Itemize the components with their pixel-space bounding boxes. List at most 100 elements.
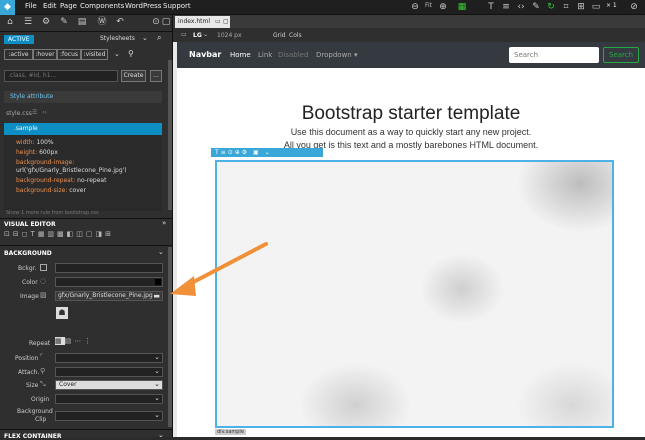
color-label: Color [22,279,38,286]
menu-edit[interactable]: Edit [43,2,57,10]
menu-page[interactable]: Page [60,2,77,10]
nav-link-disabled: Disabled [278,51,309,59]
window-icon[interactable]: ▭ [215,16,221,28]
element-toolbar[interactable]: T≡⊙⊕⚙ ▣ ⌄ [211,148,323,157]
tab-index-html[interactable]: index.html ▭ ▢ [175,16,230,28]
divider [0,429,173,430]
selector-input[interactable]: .class, #id, h1... [4,70,118,82]
tree-icon[interactable]: ☰ [22,16,34,28]
create-button[interactable]: Create [121,70,146,82]
palette-icon[interactable]: ◌ [40,277,46,285]
stack-icon[interactable]: ▤ [76,16,88,28]
text-icon[interactable]: T [485,1,497,13]
size-value: Cover [59,381,77,388]
tab-active[interactable]: ACTIVE [4,35,34,44]
sliders-icon[interactable]: ☰ [32,109,37,116]
visual-editor-toolbar[interactable]: ⊡⊟◻T▦▥▩◧◫▢◨⊞ [4,230,154,240]
chevron-down-icon[interactable]: ⌄ [203,31,208,38]
style-attribute-row[interactable]: Style attribute [4,91,162,103]
menu-support[interactable]: Support [163,2,191,10]
zoom-in-icon[interactable]: ⊕ [437,1,449,13]
more-button[interactable]: ... [150,70,162,82]
hide-icon[interactable]: ⊘ [628,1,640,13]
code-icon[interactable]: ‹› [515,1,527,13]
sliders-icon[interactable]: ≡ [500,1,512,13]
size-label: Size [26,382,39,389]
code-icon[interactable]: ‹› [42,109,47,116]
undo-icon[interactable]: ↶ [114,16,126,28]
menu-file[interactable]: File [25,2,37,10]
zoom-fit-label[interactable]: Fit [425,2,432,9]
search-input[interactable]: Search [509,47,599,63]
origin-label: Origin [31,396,50,403]
close-icon[interactable]: ▢ [223,16,229,28]
background-clip-select[interactable]: ⌄ [55,411,163,421]
bgclip-label: Background [17,408,53,415]
background-shorthand-input[interactable] [55,263,163,273]
pseudo-visited-button[interactable]: :visited [81,49,108,60]
background-color-input[interactable] [55,277,163,287]
pseudo-focus-button[interactable]: :focus [57,49,81,60]
device-select[interactable]: LG [193,32,202,39]
nav-dropdown[interactable]: Dropdown ▾ [316,51,357,59]
collapse-icon[interactable]: » [162,219,166,227]
checkbox-icon[interactable] [40,264,47,271]
property-row[interactable]: background-size: cover [16,187,86,194]
background-image-input[interactable]: gfx/Gnarly_Bristlecone_Pine.jpg ▬ [55,291,163,301]
pinegrow-logo-icon[interactable]: ◆ [0,0,15,15]
menu-wordpress[interactable]: WordPress [125,2,161,10]
pseudo-active-button[interactable]: :active [4,49,33,60]
folder-icon[interactable]: ▬ [153,292,160,300]
background-position-select[interactable]: ⌄ [55,353,163,363]
width-value[interactable]: 1024 px [217,32,242,39]
size-icon[interactable]: ⤡ [40,380,46,389]
background-size-select[interactable]: Cover ⌄ [55,380,163,390]
property-row[interactable]: width: 100% [16,139,54,146]
position-icon[interactable]: ⌜ [40,353,43,361]
nav-link-home[interactable]: Home [230,51,251,59]
panel-icon[interactable]: ▢ [160,16,172,28]
grid-icon[interactable]: ⊞ [575,1,587,13]
refresh-icon[interactable]: ↻ [545,1,557,13]
tab-stylesheets[interactable]: Stylesheets [100,35,135,42]
brush-icon[interactable]: ✎ [58,16,70,28]
navbar-brand[interactable]: Navbar [189,50,221,59]
pin-icon[interactable]: ⚲ [128,49,134,58]
chevron-down-icon[interactable]: ⌄ [158,431,164,439]
property-row[interactable]: url('gfx/Gnarly_Bristlecone_Pine.jpg') [16,167,127,174]
attach-icon[interactable]: ⚲ [40,367,45,375]
home-icon[interactable]: ⌂ [4,16,16,28]
nav-link-link[interactable]: Link [258,51,272,59]
property-row[interactable]: background-repeat: no-repeat [16,177,106,184]
chevron-down-icon[interactable]: ⌄ [114,50,120,58]
pseudo-hover-button[interactable]: :hover [33,49,57,60]
background-origin-select[interactable]: ⌄ [55,394,163,404]
css-rule[interactable]: .sample width: 100% height: 600px backgr… [4,123,162,211]
search-button[interactable]: Search [603,47,639,63]
repeat-options[interactable]: ▦▤⋯⋮ [55,337,105,347]
crop-icon[interactable]: ⌗ [560,1,572,13]
grid-toggle[interactable]: Grid [273,32,286,39]
styles-scrollbar[interactable] [168,60,172,210]
window-icon[interactable]: ▭ [590,1,602,13]
property-row[interactable]: height: 600px [16,149,58,156]
settings-icon[interactable]: ⚙ [40,16,52,28]
image-icon[interactable]: ▨ [40,291,47,299]
chevron-down-icon[interactable]: ⌄ [142,34,148,42]
rule-selector[interactable]: .sample [4,123,162,135]
selected-element-tag[interactable]: div.sample [215,429,246,435]
more-rules-link[interactable]: Show 1 more rule from bootstrap.css [6,210,99,216]
edit-icon[interactable]: ✎ [530,1,542,13]
property-row[interactable]: background-image: [16,159,74,166]
style-attribute-label: Style attribute [10,93,54,100]
layout-icon[interactable]: ▦ [456,1,468,13]
zoom-out-icon[interactable]: ⊖ [409,1,421,13]
image-picker-icon[interactable]: ☗ [56,307,68,319]
wordpress-icon[interactable]: Ⓦ [96,16,108,28]
menu-components[interactable]: Components [80,2,124,10]
search-icon[interactable]: ⌕ [157,33,161,43]
cols-toggle[interactable]: Cols [289,32,302,39]
bckgr-label: Bckgr. [18,265,37,272]
background-attachment-select[interactable]: ⌄ [55,367,163,377]
monitor-icon[interactable]: ▭ [181,31,187,38]
